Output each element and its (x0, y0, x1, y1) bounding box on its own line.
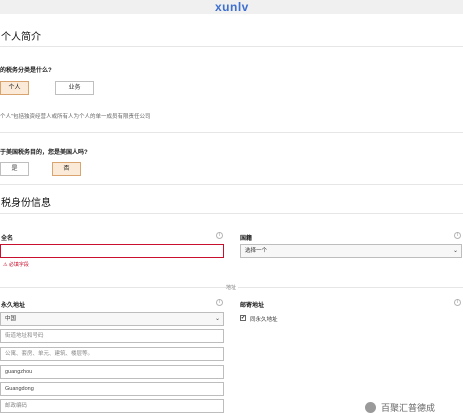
nationality-select-value: 选择一个 (245, 248, 268, 254)
option-individual-label: 个人 (8, 85, 21, 91)
nationality-label: 国籍 (240, 236, 253, 242)
us-person-question: 于美国税务目的，您是美国人吗? (0, 150, 88, 156)
divider (0, 132, 463, 133)
apartment-input[interactable]: 公寓、套房、单元、建筑、楼层等。 (0, 347, 224, 361)
full-name-input[interactable] (0, 244, 224, 258)
divider (0, 287, 226, 288)
option-business-label: 业务 (68, 85, 81, 91)
tax-identity-section-title: 税身份信息 (1, 198, 51, 209)
profile-section-title: 个人简介 (1, 32, 41, 43)
tax-classification-question: 的税务分类是什么? (0, 68, 52, 74)
same-as-permanent-checkbox[interactable]: ✔ (240, 315, 246, 321)
divider (0, 46, 463, 47)
chevron-down-icon: ⌄ (452, 248, 458, 254)
individual-note: 个人"包括独资经营人或所有人为个人的单一成员有限责任公司 (0, 114, 151, 120)
divider (0, 184, 463, 185)
watermark-bottom-text: 百聚汇普德成 (381, 403, 436, 413)
full-name-error-text: 必填字段 (8, 262, 29, 268)
info-icon[interactable]: i (454, 232, 461, 239)
info-icon[interactable]: i (216, 299, 223, 306)
full-name-error: ⚠ 必填字段 (3, 261, 29, 268)
city-input[interactable]: guangzhou (0, 365, 224, 379)
permanent-country-select[interactable]: 中国 ⌄ (0, 312, 224, 326)
chevron-down-icon: ⌄ (214, 316, 220, 322)
full-name-label: 全名 (1, 236, 14, 242)
watermark-logo: xunlv (215, 0, 249, 14)
divider (238, 287, 463, 288)
us-person-no-button[interactable]: 否 (52, 162, 81, 176)
wechat-icon (365, 402, 376, 413)
postal-code-input[interactable]: 邮政编码 (0, 399, 224, 413)
same-as-permanent-label: 同永久地址 (250, 317, 278, 323)
street-address-input[interactable]: 街道地址和号码 (0, 329, 224, 343)
address-separator-label: 地址 (226, 285, 237, 291)
mailing-address-label: 邮寄地址 (240, 303, 265, 309)
nationality-select[interactable]: 选择一个 ⌄ (240, 244, 462, 258)
option-business-button[interactable]: 业务 (55, 81, 94, 95)
permanent-country-value: 中国 (5, 316, 17, 322)
option-individual-button[interactable]: 个人 (0, 81, 29, 95)
permanent-address-label: 永久地址 (1, 303, 26, 309)
us-person-no-label: 否 (63, 166, 70, 172)
divider (0, 213, 463, 214)
info-icon[interactable]: i (454, 299, 461, 306)
province-input[interactable]: Guangdong (0, 382, 224, 396)
info-icon[interactable]: i (216, 232, 223, 239)
us-person-yes-label: 是 (11, 166, 18, 172)
us-person-yes-button[interactable]: 是 (0, 162, 29, 176)
